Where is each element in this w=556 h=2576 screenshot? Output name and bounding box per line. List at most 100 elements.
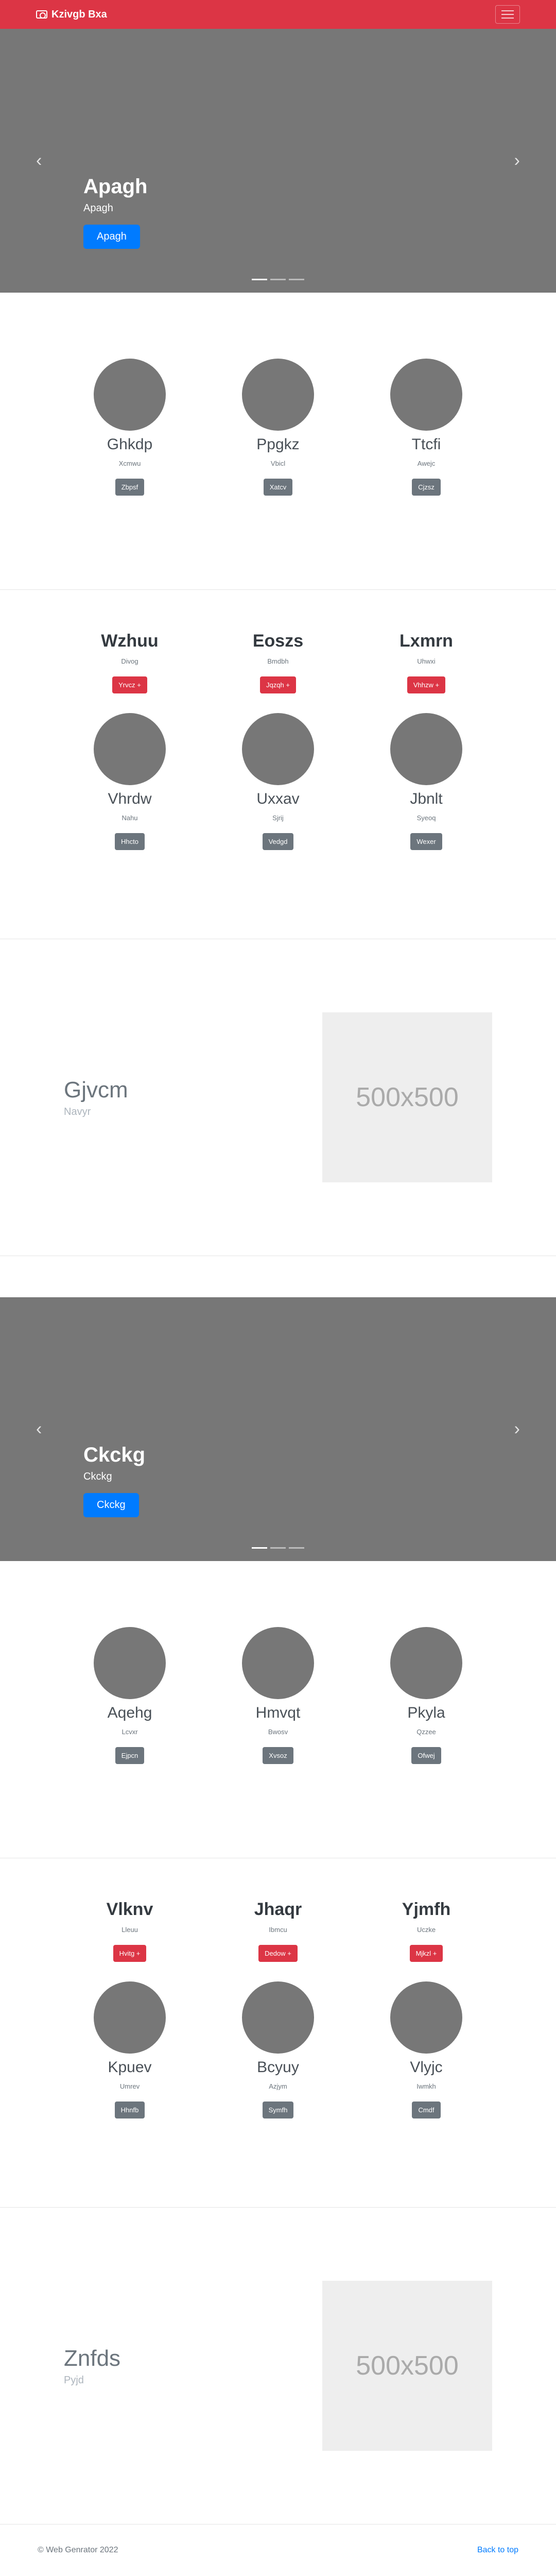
chevron-right-icon[interactable]: › — [514, 151, 520, 171]
team-button[interactable]: Cmdf — [412, 2102, 441, 2119]
feature-text: Znfds Pyjd — [64, 2346, 120, 2386]
avatar — [242, 1981, 314, 2054]
product-card: Jhaqr Ibmcu Dedow + — [242, 1900, 314, 1962]
carousel-caption: Ckckg Ckckg Ckckg — [83, 1444, 145, 1517]
team-button[interactable]: Ejpcn — [115, 1747, 145, 1764]
indicator[interactable] — [289, 1547, 304, 1549]
product-button[interactable]: Yrvcz + — [112, 676, 147, 693]
navbar: Kzivgb Bxa — [0, 0, 556, 29]
product-button[interactable]: Dedow + — [258, 1945, 298, 1962]
team-name: Ghkdp — [107, 436, 153, 453]
team-button[interactable]: Hhnfb — [114, 2102, 145, 2119]
team-button[interactable]: Hhcto — [115, 833, 145, 850]
chevron-left-icon[interactable]: ‹ — [36, 151, 42, 171]
feature-title: Znfds — [64, 2345, 121, 2371]
feature-subtitle: Pyjd — [64, 2374, 84, 2386]
team-name: Vhrdw — [108, 790, 152, 807]
team-role: Sjrij — [272, 814, 284, 822]
avatar — [242, 713, 314, 785]
carousel-button[interactable]: Apagh — [83, 225, 140, 249]
team-role: Syeoq — [416, 814, 436, 822]
team-role: Azjym — [269, 2082, 287, 2090]
team-button[interactable]: Wexer — [410, 833, 442, 850]
product-title: Yjmfh — [402, 1900, 451, 1919]
team-role: Qzzee — [416, 1728, 436, 1736]
carousel-button[interactable]: Ckckg — [83, 1493, 139, 1517]
team-role: Bwosv — [268, 1728, 288, 1736]
team-card: Vhrdw Nahu Hhcto — [94, 713, 166, 850]
indicator[interactable] — [270, 279, 286, 280]
brand[interactable]: Kzivgb Bxa — [36, 9, 107, 21]
team-button[interactable]: Xatcv — [263, 479, 293, 496]
team-card: Vlyjc Iwmkh Cmdf — [390, 1981, 462, 2119]
indicator[interactable] — [252, 1547, 267, 1549]
product-subtitle: Lleuu — [121, 1926, 138, 1934]
team-name: Bcyuy — [257, 2059, 299, 2076]
indicator[interactable] — [270, 1547, 286, 1549]
image-placeholder: 500x500 — [322, 1012, 492, 1182]
product-subtitle: Uczke — [416, 1926, 436, 1934]
indicator[interactable] — [289, 279, 304, 280]
carousel-indicators — [252, 279, 304, 280]
footer: © Web Genrator 2022 Back to top — [0, 2524, 556, 2576]
team-button[interactable]: Vedgd — [262, 833, 294, 850]
team-card: Aqehg Lcvxr Ejpcn — [94, 1627, 166, 1764]
team-role: Vbicl — [270, 460, 286, 467]
avatar — [94, 1981, 166, 2054]
product-button[interactable]: Vhhzw + — [407, 676, 446, 693]
team-button[interactable]: Ofwej — [411, 1747, 441, 1764]
team-card: Ppgkz Vbicl Xatcv — [242, 359, 314, 496]
product-card: Wzhuu Divog Yrvcz + — [94, 631, 166, 693]
carousel: ‹ › Ckckg Ckckg Ckckg — [0, 1297, 556, 1561]
team-button[interactable]: Symfh — [262, 2102, 294, 2119]
team-section: Aqehg Lcvxr Ejpcn Hmvqt Bwosv Xvsoz Pkyl… — [0, 1561, 556, 1858]
product-title: Lxmrn — [399, 631, 453, 651]
product-subtitle: Divog — [121, 657, 138, 665]
products-section: Vlknv Lleuu Hvitg + Jhaqr Ibmcu Dedow + … — [0, 1858, 556, 2208]
brand-label: Kzivgb Bxa — [51, 8, 107, 20]
team-name: Vlyjc — [410, 2059, 443, 2076]
team-card: Bcyuy Azjym Symfh — [242, 1981, 314, 2119]
feature-text: Gjvcm Navyr — [64, 1077, 128, 1118]
carousel-subtitle: Ckckg — [83, 1471, 112, 1482]
team-button[interactable]: Xvsoz — [263, 1747, 293, 1764]
indicator[interactable] — [252, 279, 267, 280]
team-button[interactable]: Zbpsf — [115, 479, 145, 496]
feature-title: Gjvcm — [64, 1077, 128, 1103]
feature-section: Gjvcm Navyr 500x500 — [0, 939, 556, 1256]
product-button[interactable]: Jqzqh + — [260, 676, 296, 693]
back-to-top-link[interactable]: Back to top — [477, 2546, 518, 2555]
team-card: Ghkdp Xcmwu Zbpsf — [94, 359, 166, 496]
avatar — [390, 1627, 462, 1699]
team-card: Kpuev Umrev Hhnfb — [94, 1981, 166, 2119]
product-button[interactable]: Hvitg + — [113, 1945, 147, 1962]
product-card: Yjmfh Uczke Mjkzl + — [390, 1900, 462, 1962]
avatar — [94, 713, 166, 785]
feature-subtitle: Navyr — [64, 1106, 91, 1117]
team-role: Awejc — [417, 460, 436, 467]
product-card: Vlknv Lleuu Hvitg + — [94, 1900, 166, 1962]
avatar — [94, 1627, 166, 1699]
carousel-title: Apagh — [83, 175, 148, 198]
product-button[interactable]: Mjkzl + — [409, 1945, 443, 1962]
team-name: Pkyla — [407, 1704, 445, 1721]
carousel-title: Ckckg — [83, 1444, 146, 1466]
camera-icon — [36, 10, 47, 19]
chevron-right-icon[interactable]: › — [514, 1419, 520, 1439]
team-name: Kpuev — [108, 2059, 152, 2076]
menu-toggle-button[interactable] — [495, 5, 520, 24]
image-placeholder: 500x500 — [322, 2281, 492, 2451]
team-role: Nahu — [121, 814, 138, 822]
avatar — [242, 359, 314, 431]
carousel-indicators — [252, 1547, 304, 1549]
avatar — [390, 1981, 462, 2054]
team-role: Iwmkh — [416, 2082, 436, 2090]
chevron-left-icon[interactable]: ‹ — [36, 1419, 42, 1439]
carousel: ‹ › Apagh Apagh Apagh — [0, 29, 556, 293]
team-role: Xcmwu — [118, 460, 141, 467]
team-card: Ttcfi Awejc Cjzsz — [390, 359, 462, 496]
avatar — [390, 359, 462, 431]
feature-section: Znfds Pyjd 500x500 — [0, 2208, 556, 2524]
team-button[interactable]: Cjzsz — [412, 479, 441, 496]
